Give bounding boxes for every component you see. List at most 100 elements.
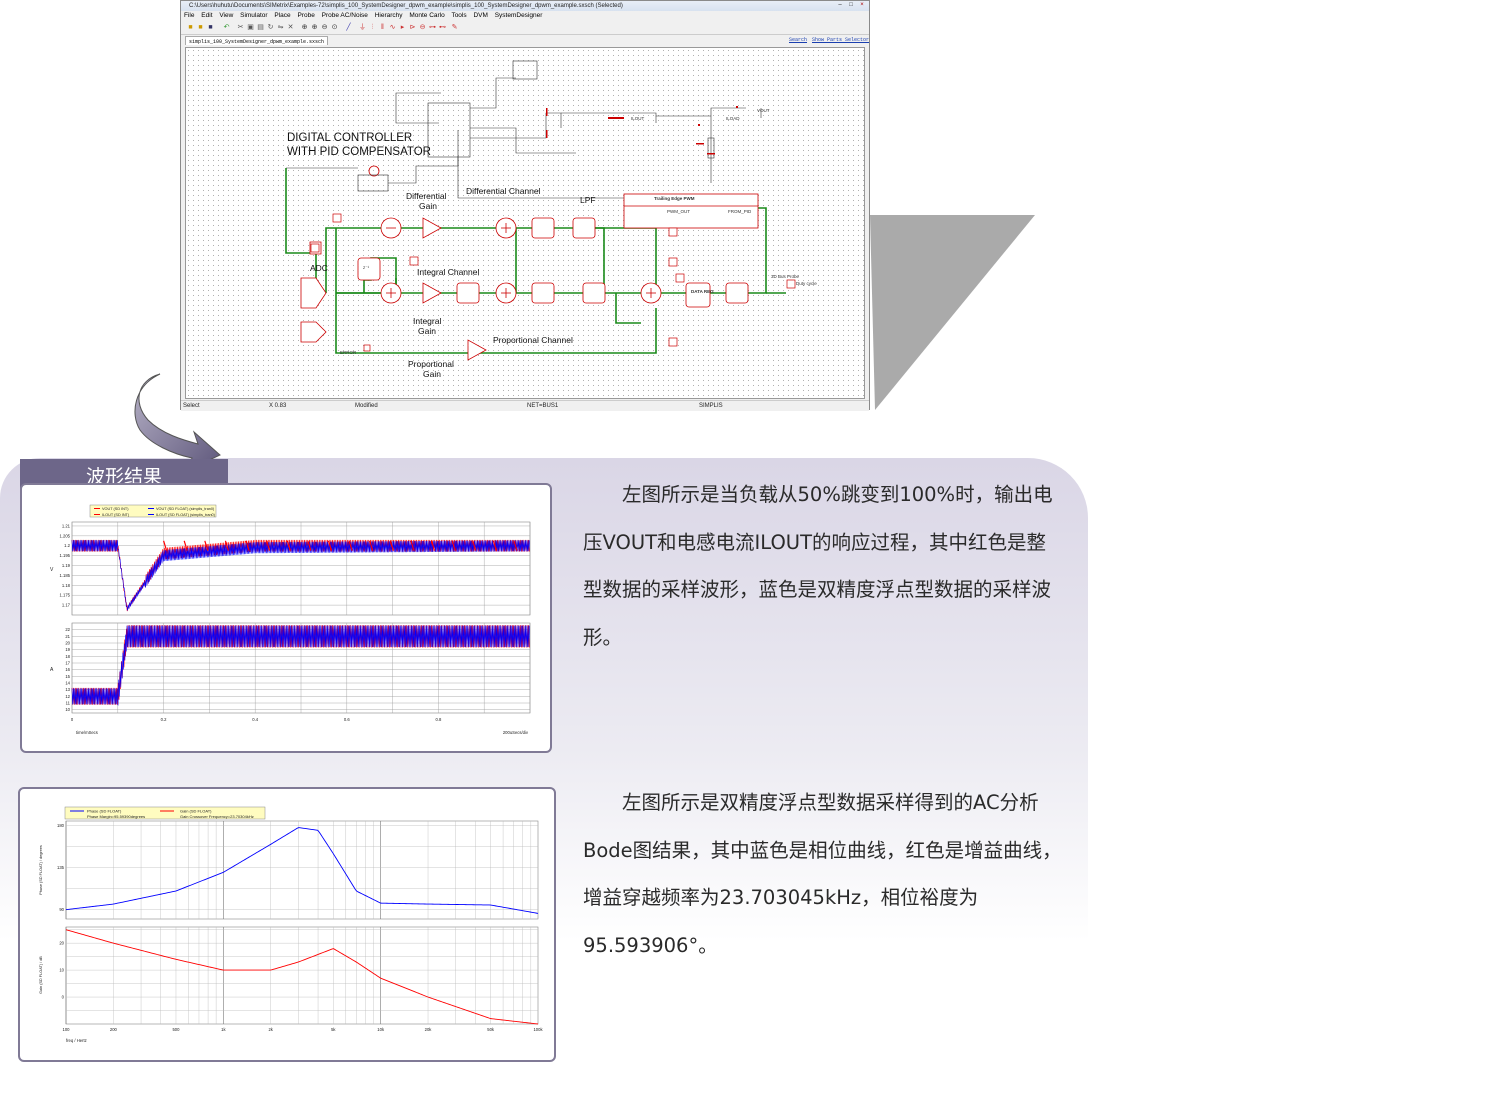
terminal-icon[interactable]: ⊶ — [429, 24, 436, 31]
differential-channel-label: Differential Channel — [466, 186, 541, 196]
lpf-label: LPF — [580, 195, 596, 205]
menu-hierarchy[interactable]: Hierarchy — [375, 12, 403, 19]
save-icon[interactable]: ■ — [207, 24, 214, 31]
gain-tick-label: 20 — [59, 941, 64, 946]
new-icon[interactable]: ■ — [187, 24, 194, 31]
cut-icon[interactable]: ✂ — [237, 24, 244, 31]
y-tick-label: 17 — [65, 661, 70, 666]
y-tick-label: 1.2 — [64, 543, 70, 548]
menu-place[interactable]: Place — [274, 12, 290, 19]
y-tick-label: 1.17 — [62, 603, 71, 608]
freq-tick-label: 100 — [63, 1027, 71, 1032]
freq-tick-label: 2k — [268, 1027, 273, 1032]
menu-tools[interactable]: Tools — [451, 12, 466, 19]
freq-tick-label: 100k — [533, 1027, 543, 1032]
menu-simulator[interactable]: Simulator — [240, 12, 267, 19]
legend-entry: VOUT (SD INT) — [102, 507, 129, 511]
freq-tick-label: 200 — [110, 1027, 118, 1032]
gain-plot-frame — [65, 926, 539, 1025]
freq-axis-label: freq / Hertz — [66, 1038, 87, 1043]
search-link[interactable]: Search — [789, 35, 807, 45]
x-tick-label: 0 — [71, 717, 74, 722]
duty-cycle-label: Duty cycle — [796, 281, 817, 286]
x-tick-label: 0.4 — [252, 717, 258, 722]
menu-file[interactable]: File — [184, 12, 194, 19]
tab-row: simplis_100_SystemDesigner_dpwm_example.… — [181, 35, 869, 45]
toolbar: ■ ■ ■ ↶ ✂ ▣ ▤ ↻ ⇋ ✕ ⊕ ⊕ ⊖ ⊙ ╱ ⏚ ⫶ ‖ ∿ ▸ … — [181, 21, 869, 35]
schematic-canvas[interactable]: DIGITAL CONTROLLER WITH PID COMPENSATOR … — [185, 47, 865, 399]
bode-chart: Phase (SD FLOAT)Phase Margin=95.59390deg… — [39, 806, 543, 1043]
ilout-label: ILOUT — [631, 116, 645, 121]
minimize-button[interactable]: – — [835, 2, 845, 9]
paste-icon[interactable]: ▤ — [257, 24, 264, 31]
gain-tick-label: 0 — [62, 995, 65, 1000]
adc-label: ADC — [310, 263, 328, 273]
ground-icon[interactable]: ⏚ — [359, 24, 366, 31]
menu-view[interactable]: View — [219, 12, 233, 19]
y-tick-label: 10 — [65, 707, 70, 712]
x-tick-label: 0.8 — [435, 717, 441, 722]
x-tick-label: 0.2 — [161, 717, 167, 722]
window-shadow — [870, 215, 1035, 410]
tab-schematic[interactable]: simplis_100_SystemDesigner_dpwm_example.… — [185, 36, 329, 45]
menu-probe-ac-noise[interactable]: Probe AC/Noise — [322, 12, 368, 19]
zoom-fit-icon[interactable]: ⊙ — [331, 24, 338, 31]
rotate-icon[interactable]: ↻ — [267, 24, 274, 31]
menu-systemdesigner[interactable]: SystemDesigner — [495, 12, 543, 19]
diode-icon[interactable]: ▸ — [399, 24, 406, 31]
gain-axis-label: Gain (SD FLOAT) / dB — [39, 956, 43, 994]
status-modified: Modified — [355, 403, 378, 409]
close-button[interactable]: × — [857, 2, 867, 9]
proportional-gain-label-2: Gain — [423, 369, 441, 379]
y-tick-label: 1.175 — [60, 593, 71, 598]
zoom-out-icon[interactable]: ⊖ — [321, 24, 328, 31]
y-unit-v: V — [50, 567, 54, 573]
freq-tick-label: 500 — [172, 1027, 180, 1032]
phase-tick-label: 135 — [57, 865, 65, 870]
menu-dvm[interactable]: DVM — [473, 12, 487, 19]
show-parts-selector-link[interactable]: Show Parts Selector — [812, 35, 869, 45]
transistor-icon[interactable]: ⊳ — [409, 24, 416, 31]
heading-digital-controller: DIGITAL CONTROLLER — [287, 132, 413, 144]
y-tick-label: 19 — [65, 647, 70, 652]
probe-icon[interactable]: ✎ — [451, 24, 458, 31]
y-tick-label: 21 — [65, 634, 70, 639]
delete-icon[interactable]: ✕ — [287, 24, 294, 31]
wire-icon[interactable]: ╱ — [345, 24, 352, 31]
y-tick-label: 1.21 — [62, 523, 71, 528]
legend-entry: VOUT (SD FLOAT) (simplis_tran0) — [156, 507, 215, 511]
heading-pid-compensator: WITH PID COMPENSATOR — [287, 146, 431, 158]
transient-waveform-panel: VOUT (SD INT) ILOUT (SD INT) VOUT (SD FLOA… — [20, 483, 552, 753]
mirror-icon[interactable]: ⇋ — [277, 24, 284, 31]
menu-edit[interactable]: Edit — [201, 12, 212, 19]
undo-icon[interactable]: ↶ — [223, 24, 230, 31]
y-tick-label: 22 — [65, 627, 70, 632]
source-icon[interactable]: ⊖ — [419, 24, 426, 31]
maximize-button[interactable]: □ — [846, 2, 856, 9]
zoom-in-icon[interactable]: ⊕ — [311, 24, 318, 31]
copy-icon[interactable]: ▣ — [247, 24, 254, 31]
phase-tick-label: 90 — [59, 907, 64, 912]
switch-icon[interactable]: ⊷ — [439, 24, 446, 31]
y-tick-label: 18 — [65, 654, 70, 659]
menu-probe[interactable]: Probe — [297, 12, 314, 19]
resistor-icon[interactable]: ⫶ — [369, 24, 376, 31]
open-icon[interactable]: ■ — [197, 24, 204, 31]
y-tick-label: 1.205 — [60, 533, 71, 538]
y-tick-label: 20 — [65, 641, 70, 646]
inductor-icon[interactable]: ∿ — [389, 24, 396, 31]
data-reg-label: DATA REG — [691, 289, 714, 294]
transient-description: 左图所示是当负载从50%跳变到100%时，输出电压VOUT和电感电流ILOUT的… — [583, 483, 1053, 649]
zoom-icon[interactable]: ⊕ — [301, 24, 308, 31]
freq-tick-label: 1k — [221, 1027, 226, 1032]
legend-entry: ILOUT (SD INT) — [102, 513, 130, 517]
bode-plot-panel: Phase (SD FLOAT) Phase Margin=95.59390deg… — [18, 787, 556, 1062]
transient-chart: VOUT (SD INT) ILOUT (SD INT) VOUT (SD FLOA… — [50, 504, 531, 735]
capacitor-icon[interactable]: ‖ — [379, 24, 386, 31]
menu-bar: File Edit View Simulator Place Probe Pro… — [181, 11, 869, 21]
status-simulator: SIMPLIS — [699, 403, 723, 409]
freq-tick-label: 5k — [331, 1027, 336, 1032]
y-unit-a: A — [50, 667, 54, 673]
menu-monte-carlo[interactable]: Monte Carlo — [409, 12, 444, 19]
phase-tick-label: 180 — [57, 823, 65, 828]
